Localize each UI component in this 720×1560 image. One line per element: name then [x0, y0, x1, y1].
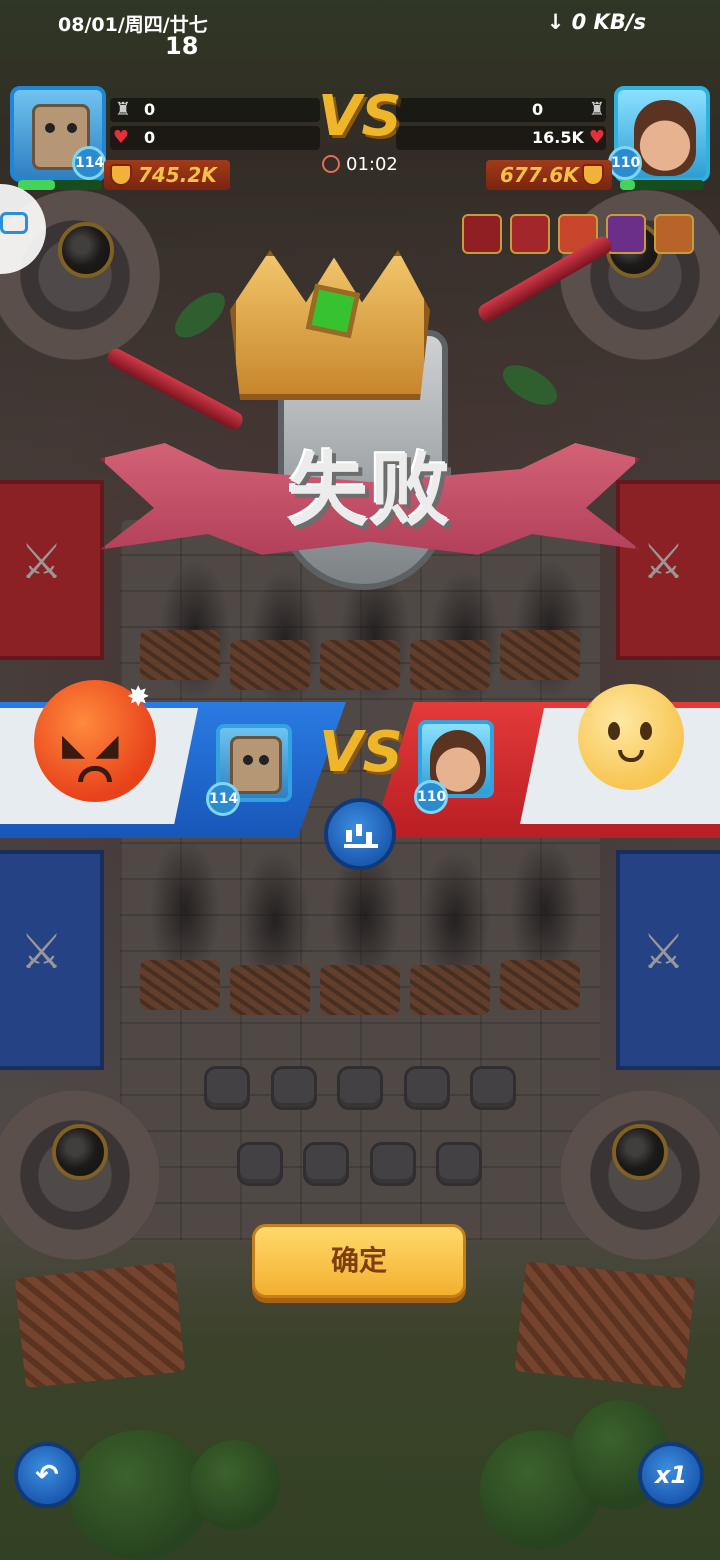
clock-icon: [322, 155, 340, 173]
laurel-leaf: [167, 284, 233, 346]
defeat-emblem: 失败: [100, 230, 640, 620]
angry-mouth: [78, 766, 112, 782]
back-button[interactable]: ↶: [14, 1442, 80, 1508]
match-timer: 01:02: [322, 154, 398, 175]
confirm-button[interactable]: 确定: [252, 1224, 466, 1298]
network-speed: ↓ 0 KB/s: [546, 10, 646, 34]
left-damage: 0: [144, 128, 156, 147]
bar-chart-icon: [344, 820, 378, 848]
heart-icon: ♥: [112, 127, 130, 148]
sword-icon: [104, 345, 246, 433]
unit-card-icon: [654, 214, 694, 254]
timer-value: 01:02: [346, 154, 398, 175]
left-towers-row: [110, 98, 320, 122]
laurel-leaf: [496, 357, 564, 413]
smiling-face-emote-icon: [578, 684, 684, 790]
battle-stats-button[interactable]: [324, 798, 396, 870]
hero-swordsman-icon: [634, 100, 696, 176]
left-towers-destroyed: 0: [144, 100, 156, 119]
right-player-hp-bar: [620, 180, 704, 190]
anger-vein-icon: ✸: [126, 680, 150, 713]
defeat-title: 失败: [288, 444, 452, 537]
right-player-level-badge: 110: [608, 146, 642, 180]
right-towers-destroyed: 0: [532, 100, 544, 119]
tower-icon: ♜: [114, 99, 132, 120]
left-power: 745.2K: [104, 160, 230, 190]
speed-toggle-button[interactable]: x1: [638, 1442, 704, 1508]
heart-icon: ♥: [588, 127, 606, 148]
vs-label-banner: VS: [319, 720, 403, 785]
left-damage-row: [110, 126, 320, 150]
angry-face-emote-icon: ◣ ◢ ✸: [34, 680, 156, 802]
left-power-value: 745.2K: [138, 163, 217, 187]
right-power: 677.6K: [486, 160, 612, 190]
back-arrow-icon: ↶: [35, 1458, 59, 1491]
left-banner-level-badge: 114: [206, 782, 240, 816]
vs-label-top: VS: [318, 84, 402, 149]
robot-knight-icon: [230, 736, 282, 794]
sword-icon: [475, 233, 615, 325]
status-time: 18: [165, 32, 199, 60]
smile-eye: [608, 722, 620, 740]
angry-eyes: ◣ ◢: [62, 728, 119, 763]
power-shield-icon: [582, 164, 604, 186]
right-towers-row: [396, 98, 606, 122]
right-damage: 16.5K: [532, 128, 584, 147]
smile-mouth: [618, 750, 644, 762]
power-shield-icon: [110, 164, 132, 186]
status-bar: 08/01/周四/廿七 18 ↓ 0 KB/s: [0, 0, 720, 70]
tower-icon: ♜: [588, 99, 606, 120]
left-player-level-badge: 114: [72, 146, 106, 180]
right-banner-level-badge: 110: [414, 780, 448, 814]
left-player-hp-bar: [18, 180, 102, 190]
chat-bubble-icon: [0, 212, 28, 234]
smile-eye: [640, 722, 652, 740]
right-power-value: 677.6K: [500, 163, 579, 187]
emerald-gem-icon: [305, 283, 361, 339]
